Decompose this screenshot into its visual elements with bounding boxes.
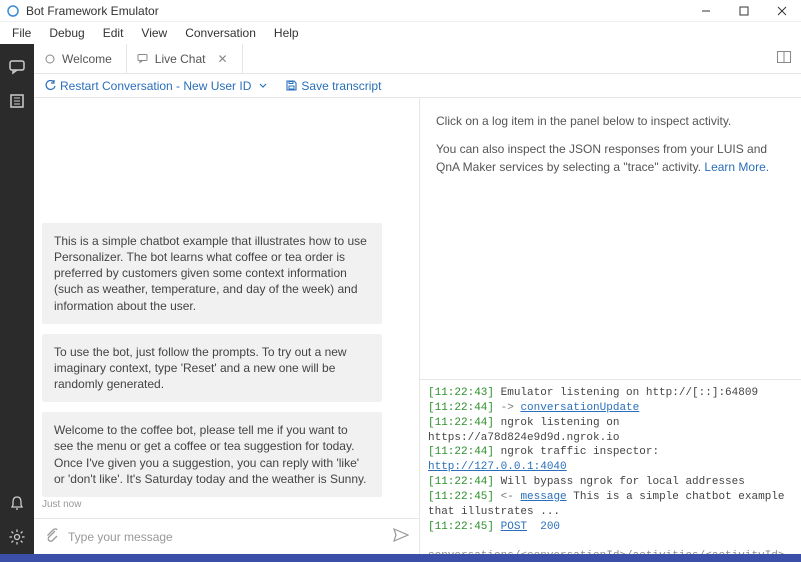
- titlebar: Bot Framework Emulator: [0, 0, 801, 22]
- activity-bar: [0, 44, 34, 554]
- restart-label: Restart Conversation - New User ID: [60, 79, 251, 93]
- chat-icon[interactable]: [0, 50, 34, 84]
- message-timestamp: Just now: [42, 499, 411, 510]
- panes: This is a simple chatbot example that il…: [34, 98, 801, 554]
- chat-tab-icon: [137, 53, 149, 65]
- log-line[interactable]: [11:22:43] Emulator listening on http://…: [428, 386, 793, 401]
- save-transcript-button[interactable]: Save transcript: [285, 79, 381, 93]
- log-panel[interactable]: [11:22:43] Emulator listening on http://…: [420, 379, 801, 554]
- editor-area: Welcome Live Chat ✕ Restart Con: [34, 44, 801, 554]
- maximize-button[interactable]: [725, 0, 763, 22]
- settings-icon[interactable]: [0, 520, 34, 554]
- tab-strip: Welcome Live Chat ✕: [34, 44, 801, 74]
- inspector-description: You can also inspect the JSON responses …: [436, 140, 785, 176]
- main-layout: Welcome Live Chat ✕ Restart Con: [0, 44, 801, 554]
- tab-welcome[interactable]: Welcome: [34, 44, 127, 73]
- log-status-code: 200: [540, 521, 560, 533]
- bot-message[interactable]: Welcome to the coffee bot, please tell m…: [42, 412, 382, 497]
- inspector-hint: Click on a log item in the panel below t…: [436, 112, 785, 130]
- tab-welcome-label: Welcome: [62, 52, 112, 66]
- save-icon: [285, 80, 297, 92]
- message-input[interactable]: [68, 530, 383, 544]
- inspector-panel: Click on a log item in the panel below t…: [420, 98, 801, 184]
- conversation-toolbar: Restart Conversation - New User ID Save …: [34, 74, 801, 98]
- log-line[interactable]: [11:22:44] ngrok traffic inspector: http…: [428, 445, 793, 475]
- send-icon[interactable]: [393, 528, 409, 545]
- app-icon: [6, 4, 20, 18]
- menu-file[interactable]: File: [4, 24, 39, 42]
- window-controls: [687, 0, 801, 22]
- attachment-icon[interactable]: [44, 527, 58, 546]
- save-transcript-label: Save transcript: [301, 79, 381, 93]
- close-button[interactable]: [763, 0, 801, 22]
- chat-messages: This is a simple chatbot example that il…: [34, 98, 419, 518]
- chat-pane: This is a simple chatbot example that il…: [34, 98, 420, 554]
- menu-help[interactable]: Help: [266, 24, 307, 42]
- menu-debug[interactable]: Debug: [41, 24, 92, 42]
- log-line-path: conversations/<conversationId>/activitie…: [428, 534, 793, 554]
- menu-edit[interactable]: Edit: [95, 24, 132, 42]
- log-line[interactable]: [11:22:44] ngrok listening on https://a7…: [428, 416, 793, 446]
- menubar: File Debug Edit View Conversation Help: [0, 22, 801, 44]
- tab-livechat[interactable]: Live Chat ✕: [127, 44, 243, 73]
- right-pane: Click on a log item in the panel below t…: [420, 98, 801, 554]
- menu-conversation[interactable]: Conversation: [177, 24, 264, 42]
- minimize-button[interactable]: [687, 0, 725, 22]
- bot-message[interactable]: This is a simple chatbot example that il…: [42, 223, 382, 324]
- chat-input-row: [34, 518, 419, 554]
- welcome-icon: [44, 53, 56, 65]
- restart-conversation-button[interactable]: Restart Conversation - New User ID: [44, 79, 269, 93]
- chevron-down-icon[interactable]: [257, 80, 269, 92]
- menu-view[interactable]: View: [133, 24, 175, 42]
- log-link[interactable]: http://127.0.0.1:4040: [428, 461, 567, 473]
- bot-message[interactable]: To use the bot, just follow the prompts.…: [42, 334, 382, 403]
- tab-livechat-label: Live Chat: [155, 52, 206, 66]
- log-link[interactable]: conversationUpdate: [520, 402, 639, 414]
- log-line[interactable]: [11:22:44] -> conversationUpdate: [428, 401, 793, 416]
- log-link[interactable]: POST: [501, 521, 527, 533]
- log-line[interactable]: [11:22:44] Will bypass ngrok for local a…: [428, 475, 793, 490]
- learn-more-link[interactable]: Learn More.: [704, 160, 769, 174]
- restart-icon: [44, 80, 56, 92]
- close-tab-icon[interactable]: ✕: [218, 53, 228, 65]
- window-title: Bot Framework Emulator: [26, 4, 159, 18]
- resources-icon[interactable]: [0, 84, 34, 118]
- log-line[interactable]: [11:22:45] <- message This is a simple c…: [428, 490, 793, 520]
- log-link[interactable]: message: [520, 491, 566, 503]
- split-editor-icon[interactable]: [777, 51, 791, 66]
- log-line[interactable]: [11:22:45] POST 200: [428, 520, 793, 535]
- status-bar: [0, 554, 801, 562]
- notifications-icon[interactable]: [0, 486, 34, 520]
